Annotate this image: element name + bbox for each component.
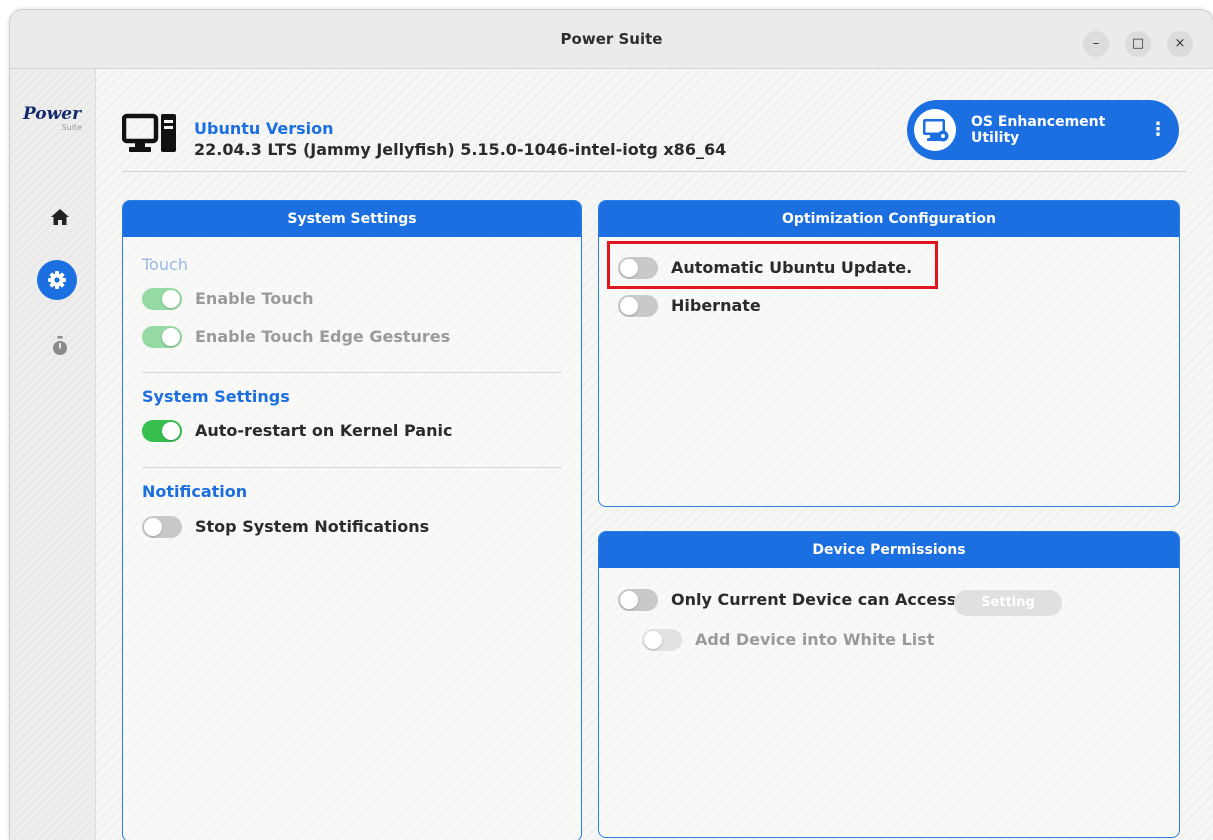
- gear-icon: [48, 271, 66, 289]
- minimize-button[interactable]: –: [1083, 31, 1109, 57]
- enable-touch-label: Enable Touch: [195, 289, 314, 308]
- stop-notifications-label: Stop System Notifications: [195, 517, 430, 536]
- system-section-title: System Settings: [142, 387, 290, 406]
- os-enhancement-utility-button[interactable]: OS Enhancement Utility ⋮: [907, 100, 1179, 160]
- title-bar: Power Suite – □ ×: [10, 10, 1213, 69]
- maximize-button[interactable]: □: [1125, 31, 1151, 57]
- system-settings-panel: System Settings Touch Enable Touch Enabl…: [122, 200, 582, 840]
- add-device-white-list-toggle[interactable]: [642, 629, 682, 651]
- notification-section-title: Notification: [142, 482, 248, 501]
- version-label: Ubuntu Version: [194, 119, 334, 138]
- sidebar: Power Suite: [10, 69, 96, 840]
- computer-icon: [122, 113, 176, 152]
- close-button[interactable]: ×: [1167, 31, 1193, 57]
- only-current-device-toggle[interactable]: [618, 589, 658, 611]
- hibernate-label: Hibernate: [671, 296, 761, 315]
- automatic-ubuntu-update-label: Automatic Ubuntu Update.: [671, 258, 913, 277]
- auto-restart-toggle[interactable]: [142, 420, 182, 442]
- hibernate-toggle[interactable]: [618, 295, 658, 317]
- utility-button-label: OS Enhancement Utility: [971, 114, 1131, 146]
- enable-touch-edge-gestures-label: Enable Touch Edge Gestures: [195, 327, 451, 346]
- monitor-settings-icon: [923, 119, 949, 142]
- sidebar-item-home[interactable]: [50, 207, 70, 227]
- section-divider: [142, 467, 562, 468]
- system-settings-panel-title: System Settings: [123, 201, 581, 237]
- automatic-ubuntu-update-toggle[interactable]: [618, 257, 658, 279]
- stop-notifications-toggle[interactable]: [142, 516, 182, 538]
- enable-touch-toggle[interactable]: [142, 288, 182, 310]
- version-value: 22.04.3 LTS (Jammy Jellyfish) 5.15.0-104…: [194, 140, 727, 159]
- device-permissions-panel-title: Device Permissions: [599, 532, 1179, 568]
- sidebar-item-timer[interactable]: [52, 336, 68, 356]
- only-current-device-label: Only Current Device can Access: [671, 590, 957, 609]
- window-title: Power Suite: [560, 30, 663, 48]
- logo-text: Power: [22, 104, 82, 124]
- main-content: Ubuntu Version 22.04.3 LTS (Jammy Jellyf…: [96, 69, 1213, 840]
- optimization-panel-title: Optimization Configuration: [599, 201, 1179, 237]
- logo-subtext: Suite: [61, 123, 82, 132]
- auto-restart-label: Auto-restart on Kernel Panic: [195, 421, 453, 440]
- kebab-menu-icon[interactable]: ⋮: [1149, 119, 1167, 141]
- enable-touch-edge-gestures-toggle[interactable]: [142, 326, 182, 348]
- utility-badge: [914, 109, 956, 151]
- utility-label-line2: Utility: [971, 130, 1020, 146]
- utility-label-line1: OS Enhancement: [971, 114, 1106, 130]
- touch-section-title: Touch: [142, 255, 188, 274]
- app-window: Power Suite – □ × Power Suite Ubuntu Ver…: [9, 9, 1213, 840]
- stopwatch-icon: [53, 336, 67, 355]
- optimization-configuration-panel: Optimization Configuration Automatic Ubu…: [598, 200, 1180, 507]
- header-divider: [122, 171, 1187, 172]
- sidebar-item-settings[interactable]: [37, 260, 77, 300]
- white-list-setting-button[interactable]: Setting: [954, 590, 1062, 616]
- app-logo: Power Suite: [16, 105, 88, 132]
- add-device-white-list-label: Add Device into White List: [695, 630, 935, 649]
- device-permissions-panel: Device Permissions Only Current Device c…: [598, 531, 1180, 838]
- home-icon: [51, 209, 69, 225]
- section-divider: [142, 372, 562, 373]
